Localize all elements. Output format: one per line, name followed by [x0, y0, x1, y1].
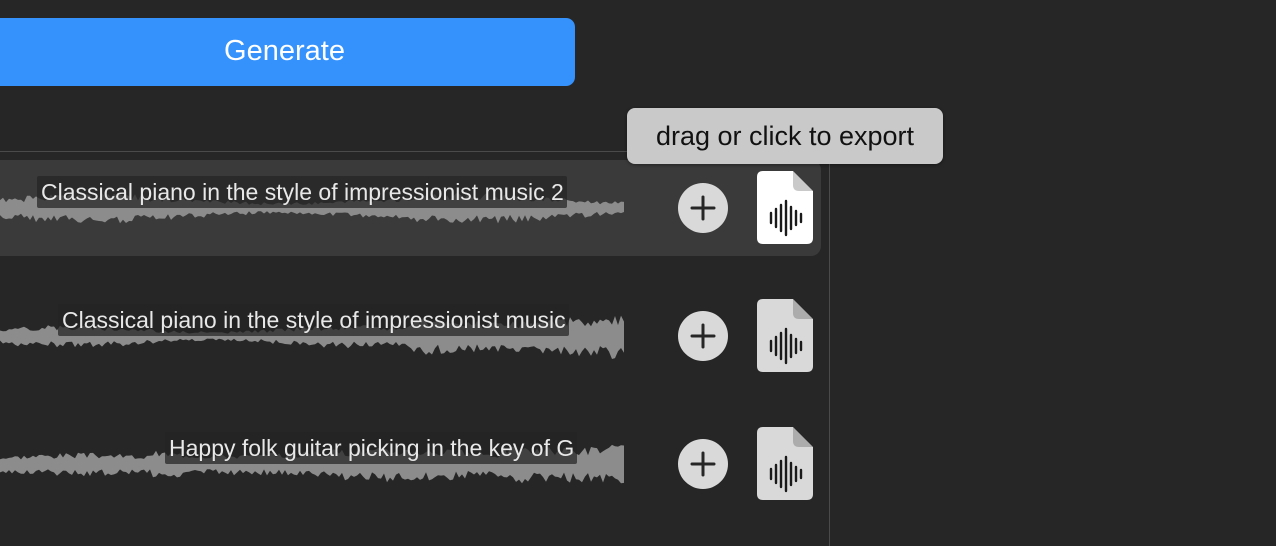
generate-button-label: Generate [224, 34, 345, 67]
plus-icon [690, 323, 716, 349]
add-track-button[interactable] [678, 183, 728, 233]
waveform[interactable] [0, 416, 625, 512]
plus-icon [690, 195, 716, 221]
music-generator-view: Generate Classical piano in the style of… [0, 0, 1276, 546]
waveform[interactable] [0, 288, 625, 384]
export-tooltip: drag or click to export [627, 108, 943, 164]
generate-button[interactable]: Generate [0, 18, 575, 86]
audio-file-icon[interactable] [757, 427, 813, 500]
track-title: Happy folk guitar picking in the key of … [165, 432, 578, 464]
export-tooltip-text: drag or click to export [655, 120, 915, 151]
audio-file-icon[interactable] [757, 171, 813, 244]
track-row[interactable]: Classical piano in the style of impressi… [0, 288, 821, 384]
audio-file-icon[interactable] [757, 299, 813, 372]
waveform[interactable] [0, 160, 625, 256]
track-title: Classical piano in the style of impressi… [37, 176, 567, 208]
plus-icon [690, 451, 716, 477]
track-title: Classical piano in the style of impressi… [58, 304, 569, 336]
track-row[interactable]: Classical piano in the style of impressi… [0, 160, 821, 256]
track-row[interactable]: Happy folk guitar picking in the key of … [0, 416, 821, 512]
add-track-button[interactable] [678, 311, 728, 361]
add-track-button[interactable] [678, 439, 728, 489]
